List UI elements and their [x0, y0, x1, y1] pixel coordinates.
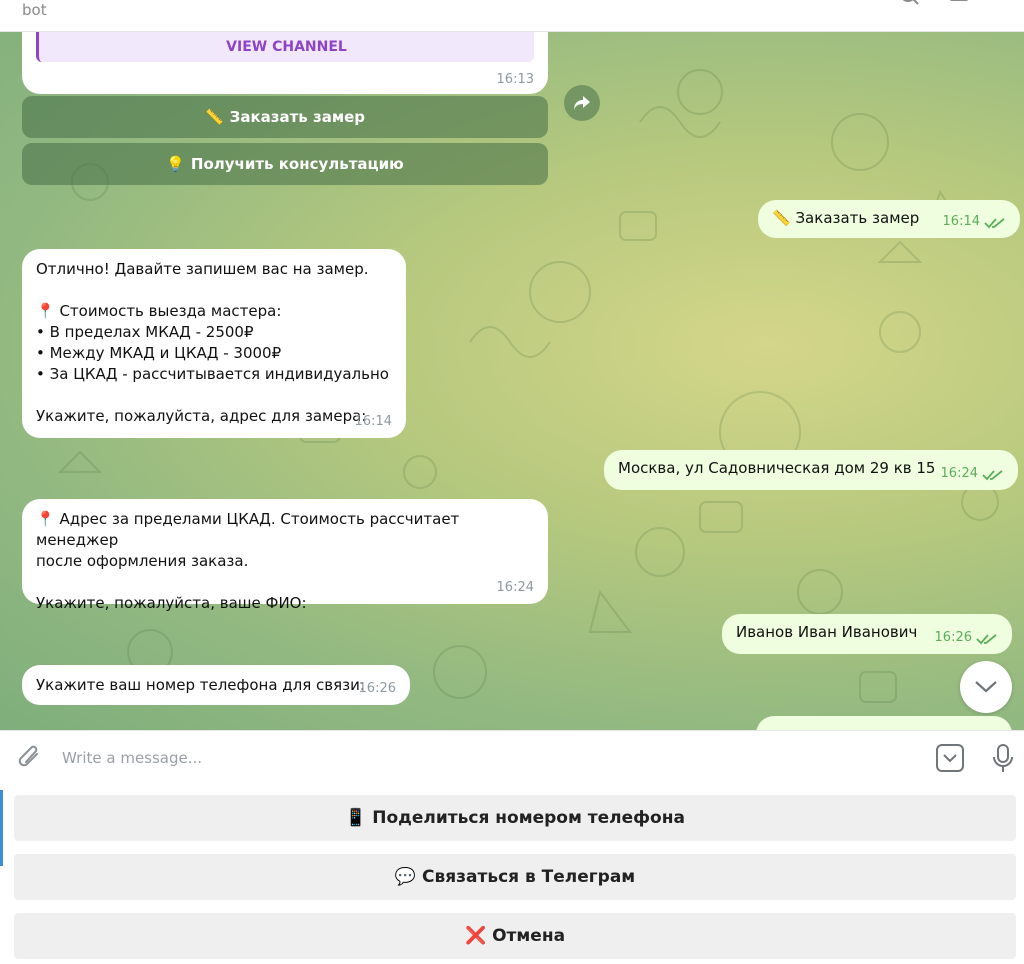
- reply-button-cancel[interactable]: ❌ Отмена: [14, 913, 1016, 959]
- incoming-message: Отлично! Давайте запишем вас на замер. 📍…: [22, 249, 406, 438]
- incoming-message: Укажите ваш номер телефона для связи: 16…: [22, 665, 410, 705]
- double-check-icon: [976, 634, 997, 645]
- ruler-icon: 📏: [204, 108, 224, 126]
- message-text: 📍 Адрес за пределами ЦКАД. Стоимость рас…: [36, 510, 460, 612]
- inline-button-label: Получить консультацию: [190, 155, 404, 173]
- chat-header: bot: [0, 0, 1024, 32]
- mobile-phone-icon: 📱: [345, 808, 367, 828]
- outgoing-message: Иванов Иван Иванович 16:26: [722, 614, 1012, 654]
- reply-button-label: Отмена: [492, 926, 566, 946]
- message-time: 16:14: [942, 214, 980, 229]
- microphone-icon[interactable]: [990, 743, 1016, 775]
- speech-bubble-icon: 💬: [394, 867, 416, 887]
- message-time: 16:13: [496, 72, 534, 87]
- share-button[interactable]: [564, 85, 600, 121]
- message-input[interactable]: [62, 743, 922, 773]
- more-menu-icon[interactable]: [994, 0, 1016, 8]
- double-check-icon: [984, 218, 1005, 229]
- channel-message: VIEW CHANNEL 16:13: [22, 32, 548, 94]
- lightbulb-icon: 💡: [166, 155, 185, 173]
- reply-button-share-phone[interactable]: 📱 Поделиться номером телефона: [14, 795, 1016, 841]
- sidebar-toggle-icon[interactable]: [948, 0, 970, 8]
- outgoing-message: 📏 Заказать замер 16:14: [758, 200, 1020, 238]
- cross-mark-icon: ❌: [464, 926, 487, 946]
- view-channel-label: VIEW CHANNEL: [226, 38, 347, 55]
- focus-indicator: [0, 790, 3, 866]
- incoming-message: 📍 Адрес за пределами ЦКАД. Стоимость рас…: [22, 499, 548, 612]
- chat-area[interactable]: VIEW CHANNEL 16:13 📏 Заказать замер 💡 По…: [0, 32, 1024, 730]
- double-check-icon: [982, 470, 1003, 481]
- reply-button-label: Связаться в Телеграм: [421, 867, 636, 887]
- message-text: Укажите ваш номер телефона для связи:: [36, 676, 365, 694]
- inline-button-label: Заказать замер: [229, 108, 366, 126]
- message-time: 16:26: [358, 681, 396, 696]
- chevron-down-icon: [975, 681, 997, 693]
- reply-button-contact-telegram[interactable]: 💬 Связаться в Телеграм: [14, 854, 1016, 900]
- share-arrow-icon: [574, 96, 590, 110]
- message-text: Отлично! Давайте запишем вас на замер. 📍…: [36, 260, 389, 425]
- outgoing-message-partial: [756, 716, 1012, 730]
- inline-button-get-consultation[interactable]: 💡 Получить консультацию: [22, 143, 548, 185]
- message-time: 16:24: [940, 466, 978, 481]
- reply-button-label: Поделиться номером телефона: [372, 808, 685, 828]
- search-icon[interactable]: [898, 0, 920, 8]
- message-time: 16:24: [496, 580, 534, 595]
- message-time: 16:14: [354, 414, 392, 429]
- scroll-to-bottom-button[interactable]: [960, 661, 1012, 713]
- outgoing-message: Москва, ул Садовническая дом 29 кв 15 16…: [604, 450, 1018, 490]
- message-time: 16:26: [934, 630, 972, 645]
- message-composer: [0, 730, 1024, 786]
- view-channel-button[interactable]: VIEW CHANNEL: [36, 32, 534, 62]
- inline-button-order-measurement[interactable]: 📏 Заказать замер: [22, 96, 548, 138]
- bot-status-label: bot: [22, 1, 47, 19]
- keyboard-toggle-icon[interactable]: [936, 744, 964, 772]
- paperclip-icon[interactable]: [18, 745, 44, 773]
